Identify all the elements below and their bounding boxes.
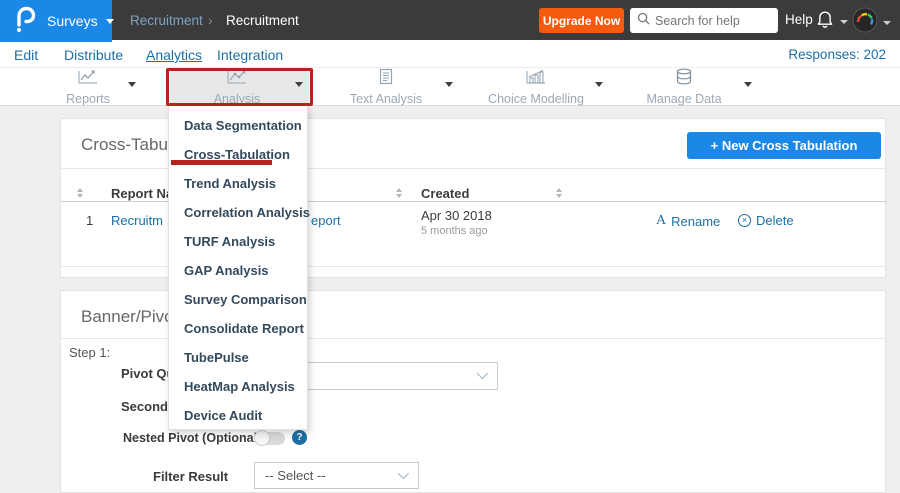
search-input[interactable]	[655, 13, 767, 28]
step-label: Step 1:	[69, 345, 111, 360]
questionpro-logo-icon	[13, 5, 37, 38]
manage-data-label: Manage Data	[646, 92, 722, 106]
toggle-knob	[254, 430, 270, 446]
banner-pivot-title: Banner/Pivo	[81, 307, 174, 326]
menu-item-survey-comparison[interactable]: Survey Comparison	[169, 285, 307, 314]
analysis-label: Analysis	[213, 91, 261, 106]
analysis-dropdown-menu: Data Segmentation Cross-Tabulation Trend…	[168, 106, 310, 430]
cross-tabulation-title: Cross-Tabula	[81, 135, 182, 154]
text-analysis-label: Text Analysis	[349, 92, 423, 106]
document-chart-icon	[378, 68, 394, 90]
menu-item-consolidate-report[interactable]: Consolidate Report	[169, 314, 307, 343]
chevron-down-icon	[883, 20, 891, 25]
menu-item-heatmap-analysis[interactable]: HeatMap Analysis	[169, 372, 307, 401]
breadcrumb-current: Recruitment	[226, 13, 299, 28]
report-name-link[interactable]: Recruitm	[111, 213, 163, 228]
reports-label: Reports	[66, 91, 110, 106]
chevron-down-icon	[105, 18, 114, 24]
delete-button[interactable]: × Delete	[738, 213, 794, 228]
database-icon	[675, 68, 693, 90]
line-chart-icon	[77, 69, 99, 90]
text-analysis-dropdown-caret-icon[interactable]	[445, 82, 453, 87]
sort-report-name-icon[interactable]	[77, 188, 83, 198]
search-icon	[637, 12, 650, 30]
help-question-icon[interactable]: ?	[292, 430, 307, 445]
app-window: Surveys Recruitment › Recruitment Upgrad…	[0, 0, 900, 493]
notifications-button[interactable]	[815, 9, 848, 35]
nested-pivot-toggle[interactable]	[254, 430, 285, 446]
avatar	[852, 7, 878, 38]
menu-item-cross-tabulation[interactable]: Cross-Tabulation	[169, 140, 307, 169]
rename-label: Rename	[671, 213, 721, 229]
choice-modelling-button[interactable]: Choice Modelling	[476, 69, 596, 106]
nested-pivot-label: Nested Pivot (Optional)	[123, 431, 262, 445]
menu-item-trend-analysis[interactable]: Trend Analysis	[169, 169, 307, 198]
rename-button[interactable]: A Rename	[656, 213, 720, 229]
filter-result-value: -- Select --	[265, 468, 326, 483]
profile-menu[interactable]	[852, 7, 891, 38]
choice-modelling-dropdown-caret-icon[interactable]	[595, 82, 603, 87]
menu-item-gap-analysis[interactable]: GAP Analysis	[169, 256, 307, 285]
chevron-down-icon	[476, 367, 489, 380]
breadcrumb-separator-icon: ›	[208, 12, 213, 28]
sort-icon[interactable]	[396, 188, 402, 198]
manage-data-dropdown-caret-icon[interactable]	[744, 82, 752, 87]
text-analysis-button[interactable]: Text Analysis	[326, 68, 446, 106]
plus-icon: +	[710, 138, 719, 153]
manage-data-button[interactable]: Manage Data	[624, 68, 744, 106]
responses-count[interactable]: Responses: 202	[0, 47, 886, 62]
created-relative: 5 months ago	[421, 225, 488, 237]
breadcrumb-parent[interactable]: Recruitment	[130, 13, 203, 28]
menu-item-turf-analysis[interactable]: TURF Analysis	[169, 227, 307, 256]
new-cross-tabulation-label: New Cross Tabulation	[721, 138, 858, 153]
report-name-header[interactable]: Report Na	[111, 186, 173, 201]
upgrade-now-button[interactable]: Upgrade Now	[539, 8, 624, 33]
bar-chart-icon	[525, 69, 547, 90]
menu-item-tubepulse[interactable]: TubePulse	[169, 343, 307, 372]
analysis-dropdown-caret-icon[interactable]	[295, 82, 303, 87]
chevron-down-icon	[397, 467, 410, 480]
created-date: Apr 30 2018	[421, 208, 492, 223]
row-index: 1	[86, 213, 94, 228]
created-header[interactable]: Created	[421, 186, 469, 201]
sort-icon[interactable]	[556, 188, 562, 198]
bell-icon	[815, 9, 835, 35]
chevron-down-icon	[840, 20, 848, 24]
analysis-button[interactable]: Analysis	[177, 69, 297, 106]
delete-circle-x-icon: ×	[738, 214, 751, 227]
menu-item-correlation-analysis[interactable]: Correlation Analysis	[169, 198, 310, 227]
product-menu-label: Surveys	[47, 13, 98, 29]
delete-label: Delete	[756, 213, 794, 228]
scatter-chart-icon	[226, 69, 248, 90]
new-cross-tabulation-button[interactable]: + New Cross Tabulation	[687, 132, 881, 159]
product-menu[interactable]: Surveys	[0, 0, 114, 42]
reports-dropdown-caret-icon[interactable]	[128, 82, 136, 87]
rename-a-icon: A	[656, 213, 667, 228]
choice-modelling-label: Choice Modelling	[488, 91, 584, 106]
menu-item-device-audit[interactable]: Device Audit	[169, 401, 307, 430]
help-link[interactable]: Help	[785, 12, 813, 27]
help-search[interactable]	[630, 8, 778, 33]
report-name-link-fragment[interactable]: eport	[311, 213, 341, 228]
filter-result-select[interactable]: -- Select --	[254, 462, 419, 489]
reports-button[interactable]: Reports	[28, 69, 148, 106]
filter-result-label: Filter Result	[153, 469, 229, 484]
menu-item-data-segmentation[interactable]: Data Segmentation	[169, 111, 307, 140]
